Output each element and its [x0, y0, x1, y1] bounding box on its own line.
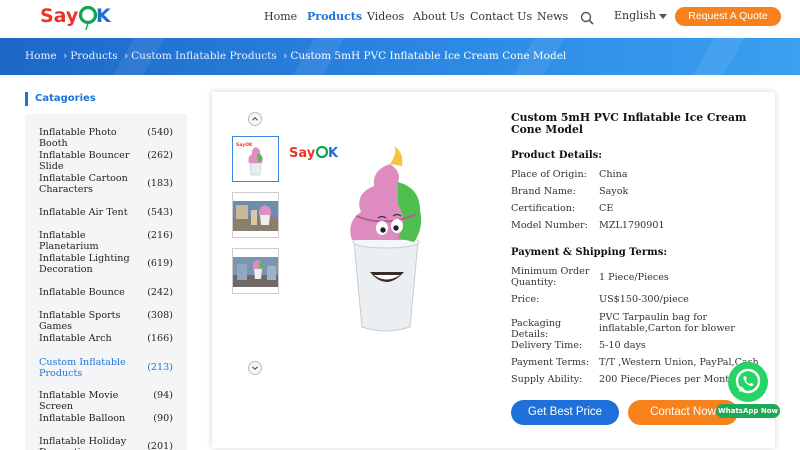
- term-value: 1 Piece/Pieces: [599, 272, 669, 283]
- product-card: SayOK Say K Custom 5mH PVC Inflatable Ic…: [212, 92, 775, 448]
- category-count: (183): [147, 178, 173, 189]
- nav-home[interactable]: Home: [264, 10, 297, 23]
- term-key: Packaging Details:: [511, 318, 562, 340]
- breadcrumb-banner: Home › Products › Custom Inflatable Produc…: [0, 38, 800, 75]
- product-details-heading: Product Details:: [511, 150, 602, 161]
- term-key: Price:: [511, 294, 540, 305]
- image-logo-say: Say: [289, 146, 316, 161]
- breadcrumb-separator: ›: [63, 50, 68, 62]
- category-count: (213): [147, 362, 173, 373]
- category-count: (166): [147, 333, 173, 344]
- image-logo-k: K: [328, 146, 339, 161]
- category-count: (619): [147, 258, 173, 269]
- category-count: (90): [153, 413, 173, 424]
- nav-videos[interactable]: Videos: [367, 10, 404, 23]
- product-thumbnail[interactable]: SayOK: [232, 136, 279, 182]
- site-header: Say K Home Products Videos About Us Cont…: [0, 0, 800, 38]
- category-label: Inflatable Air Tent: [39, 207, 128, 218]
- product-title: Custom 5mH PVC Inflatable Ice Cream Cone…: [511, 111, 747, 136]
- nav-about-us[interactable]: About Us: [413, 10, 465, 23]
- category-count: (540): [147, 127, 173, 138]
- thumbnail-outdoor-image: [233, 193, 278, 237]
- request-quote-button[interactable]: Request A Quote: [675, 7, 781, 26]
- category-label: Inflatable Planetarium: [39, 230, 99, 252]
- category-count: (201): [147, 441, 173, 450]
- breadcrumb-home[interactable]: Home: [25, 50, 57, 62]
- detail-value: CE: [599, 203, 614, 214]
- breadcrumb-current: Custom 5mH PVC Inflatable Ice Cream Cone…: [290, 50, 567, 62]
- detail-value: MZL1790901: [599, 220, 665, 231]
- term-key: Supply Ability:: [511, 374, 583, 385]
- term-value: 5-10 days: [599, 340, 646, 351]
- whatsapp-now-label: WhatsApp Now: [716, 404, 780, 418]
- detail-value: Sayok: [599, 186, 629, 197]
- thumbnail-ice-cream-image: SayOK: [233, 137, 278, 181]
- svg-text:SayOK: SayOK: [236, 142, 253, 148]
- category-label: Inflatable Bouncer Slide: [39, 150, 130, 172]
- language-label: English: [614, 9, 656, 22]
- whatsapp-icon[interactable]: [728, 362, 768, 402]
- product-thumbnail[interactable]: [232, 248, 279, 294]
- chevron-down-icon: [658, 13, 667, 19]
- category-label: Inflatable Cartoon Characters: [39, 173, 128, 195]
- nav-products[interactable]: Products: [307, 10, 362, 23]
- category-label: Inflatable Balloon: [39, 413, 126, 424]
- category-label: Inflatable Movie Screen: [39, 390, 119, 412]
- term-key: Payment Terms:: [511, 357, 590, 368]
- category-count: (262): [147, 150, 173, 161]
- whatsapp-glyph: [735, 368, 761, 394]
- language-select[interactable]: English: [614, 9, 667, 22]
- detail-key: Place of Origin:: [511, 169, 587, 180]
- category-label: Inflatable Sports Games: [39, 310, 121, 332]
- category-sidebar: Inflatable Photo Booth (540) Inflatable …: [25, 114, 187, 450]
- search-icon[interactable]: [580, 11, 594, 25]
- breadcrumb-products[interactable]: Products: [70, 50, 117, 62]
- breadcrumb: Home › Products › Custom Inflatable Produc…: [25, 50, 566, 62]
- category-count: (94): [153, 390, 173, 401]
- breadcrumb-separator: ›: [123, 50, 129, 62]
- arrow-up-icon[interactable]: [248, 112, 262, 126]
- breadcrumb-separator: ›: [283, 50, 288, 62]
- category-label: Inflatable Arch: [39, 333, 112, 344]
- nav-contact-us[interactable]: Contact Us: [470, 10, 532, 23]
- category-label: Custom Inflatable Products: [39, 357, 126, 379]
- detail-value: China: [599, 169, 628, 180]
- detail-key: Brand Name:: [511, 186, 576, 197]
- category-label: Inflatable Photo Booth: [39, 127, 117, 149]
- nav-news[interactable]: News: [537, 10, 568, 23]
- category-label: Inflatable Bounce: [39, 287, 125, 298]
- breadcrumb-category[interactable]: Custom Inflatable Products: [131, 50, 277, 62]
- payment-shipping-heading: Payment & Shipping Terms:: [511, 247, 668, 258]
- product-main-image: Say K: [289, 145, 422, 332]
- term-value: PVC Tarpaulin bag for inflatable,Carton …: [599, 312, 735, 334]
- category-label: Inflatable Holiday Decorations: [39, 436, 127, 450]
- whatsapp-widget[interactable]: WhatsApp Now: [716, 362, 780, 420]
- category-count: (543): [147, 207, 173, 218]
- category-label: Inflatable Lighting Decoration: [39, 253, 130, 275]
- category-count: (216): [147, 230, 173, 241]
- term-value: US$150-300/piece: [599, 294, 689, 305]
- category-count: (242): [147, 287, 173, 298]
- detail-key: Model Number:: [511, 220, 588, 231]
- term-key: Minimum Order Quantity:: [511, 266, 590, 288]
- detail-key: Certification:: [511, 203, 576, 214]
- category-count: (308): [147, 310, 173, 321]
- thumbnail-display-image: [233, 249, 278, 293]
- get-best-price-button[interactable]: Get Best Price: [511, 400, 619, 425]
- term-key: Delivery Time:: [511, 340, 583, 351]
- categories-heading: Catagories: [25, 92, 96, 106]
- arrow-down-icon[interactable]: [248, 361, 262, 375]
- product-thumbnail[interactable]: [232, 192, 279, 238]
